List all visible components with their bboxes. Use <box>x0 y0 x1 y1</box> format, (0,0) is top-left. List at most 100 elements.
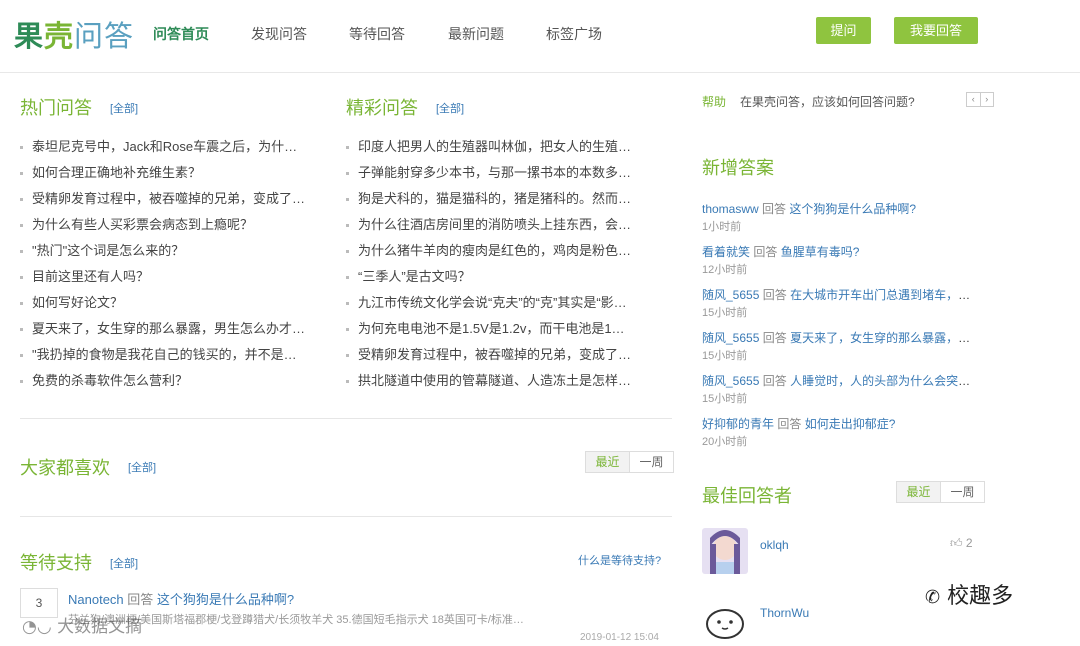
question-item[interactable]: 受精卵发育过程中，被吞噬掉的兄弟，变成了… <box>346 342 646 368</box>
question-item[interactable]: 为什么猪牛羊肉的瘦肉是红色的，鸡肉是粉色… <box>346 238 646 264</box>
tab-recent[interactable]: 最近 <box>897 482 940 502</box>
question-item[interactable]: 夏天来了，女生穿的那么暴露，男生怎么办才… <box>20 316 320 342</box>
answer-verb: 回答 <box>753 245 778 259</box>
hot-all-link[interactable]: [全部] <box>110 100 138 116</box>
nav-latest[interactable]: 最新问题 <box>448 24 504 44</box>
answer-user[interactable]: 看着就笑 <box>702 245 750 259</box>
liked-title: 大家都喜欢 <box>20 458 110 478</box>
nav-discover[interactable]: 发现问答 <box>251 24 307 44</box>
new-answer-headline: 随风_5655 回答 人睡觉时，人的头部为什么会突然… <box>702 373 977 390</box>
new-answer-item: 随风_5655 回答 在大城市开车出门总遇到堵车，交… 15小时前 <box>702 287 977 321</box>
answer-button[interactable]: 我要回答 <box>894 17 978 44</box>
answerer-name[interactable]: ThornWu <box>760 606 809 620</box>
answer-question[interactable]: 这个狗狗是什么品种啊? <box>789 202 916 216</box>
answer-user[interactable]: thomasww <box>702 202 759 216</box>
answer-question[interactable]: 在大城市开车出门总遇到堵车，交… <box>790 288 977 302</box>
wechat-icon: ✆ <box>925 587 941 608</box>
question-item[interactable]: 目前这里还有人吗？ <box>20 264 320 290</box>
nav-home[interactable]: 问答首页 <box>153 24 209 44</box>
watermark-icon: ◔◡ <box>22 617 52 637</box>
support-all-link[interactable]: [全部] <box>110 555 138 571</box>
tab-week[interactable]: 一周 <box>940 482 984 502</box>
new-answer-item: thomasww 回答 这个狗狗是什么品种啊? 1小时前 <box>702 201 977 235</box>
hot-title: 热门问答 <box>20 98 92 118</box>
question-item[interactable]: 狗是犬科的，猫是猫科的，猪是猪科的。然而… <box>346 186 646 212</box>
answer-verb: 回答 <box>762 374 787 388</box>
help-label[interactable]: 帮助 <box>702 93 726 110</box>
new-answer-headline: thomasww 回答 这个狗狗是什么品种啊? <box>702 201 977 218</box>
answer-user[interactable]: 随风_5655 <box>702 288 759 302</box>
watermark-right: ✆ 校趣多 <box>925 584 1014 609</box>
question-item[interactable]: 泰坦尼克号中，Jack和Rose车震之后，为什… <box>20 134 320 160</box>
avatar[interactable] <box>702 528 748 574</box>
support-time: 2019-01-12 15:04 <box>580 632 659 643</box>
divider <box>20 418 672 419</box>
question-item[interactable]: 为何充电电池不是1.5V是1.2v，而干电池是1… <box>346 316 646 342</box>
tab-recent[interactable]: 最近 <box>586 452 629 472</box>
ask-button[interactable]: 提问 <box>816 17 871 44</box>
question-item[interactable]: 拱北隧道中使用的管幕隧道、人造冻土是怎样… <box>346 368 646 394</box>
avatar[interactable] <box>702 596 748 642</box>
question-item[interactable]: 印度人把男人的生殖器叫林伽，把女人的生殖… <box>346 134 646 160</box>
answerer-score: 👍︎ 2 <box>950 536 973 550</box>
divider <box>20 516 672 517</box>
question-item[interactable]: 如何合理正确地补充维生素？ <box>20 160 320 186</box>
support-verb: 回答 <box>127 592 154 607</box>
nav-tags[interactable]: 标签广场 <box>546 24 602 44</box>
answerer-name[interactable]: oklqh <box>760 538 789 552</box>
new-answer-headline: 好抑郁的青年 回答 如何走出抑郁症? <box>702 416 977 433</box>
top-header: 果壳问答 问答首页 发现问答 等待回答 最新问题 标签广场 提问 我要回答 <box>0 0 1080 73</box>
answer-verb: 回答 <box>762 288 787 302</box>
answer-question[interactable]: 如何走出抑郁症? <box>805 417 896 431</box>
liked-all-link[interactable]: [全部] <box>128 459 156 475</box>
answer-time: 15小时前 <box>702 350 748 362</box>
tab-week[interactable]: 一周 <box>629 452 673 472</box>
support-excerpt: 芬兰狗/澳洲梗/美国斯塔福郡梗/戈登蹲猎犬/长须牧羊犬 35.德国短毛指示犬 1… <box>68 614 524 626</box>
help-text[interactable]: 在果壳问答，应该如何回答问题? <box>740 93 915 110</box>
support-question[interactable]: 这个狗狗是什么品种啊? <box>157 592 294 607</box>
new-answer-item: 随风_5655 回答 人睡觉时，人的头部为什么会突然… 15小时前 <box>702 373 977 407</box>
question-item[interactable]: “三季人”是古文吗？ <box>346 264 646 290</box>
new-answer-headline: 看着就笑 回答 鱼腥草有毒吗? <box>702 244 977 261</box>
support-user[interactable]: Nanotech <box>68 592 124 607</box>
question-item[interactable]: "热门"这个词是怎么来的？ <box>20 238 320 264</box>
answer-question[interactable]: 人睡觉时，人的头部为什么会突然… <box>790 374 977 388</box>
support-title: 等待支持 <box>20 553 92 573</box>
new-answer-item: 好抑郁的青年 回答 如何走出抑郁症? 20小时前 <box>702 416 977 450</box>
question-item[interactable]: "我扔掉的食物是我花自己的钱买的，并不是… <box>20 342 320 368</box>
best-answerers-tabs: 最近 一周 <box>896 481 985 503</box>
question-item[interactable]: 受精卵发育过程中，被吞噬掉的兄弟，变成了… <box>20 186 320 212</box>
answer-question[interactable]: 夏天来了，女生穿的那么暴露，男… <box>790 331 977 345</box>
question-item[interactable]: 如何写好论文？ <box>20 290 320 316</box>
new-answer-item: 随风_5655 回答 夏天来了，女生穿的那么暴露，男… 15小时前 <box>702 330 977 364</box>
featured-title: 精彩问答 <box>346 98 418 118</box>
question-item[interactable]: 子弹能射穿多少本书，与那一摞书本的本数多… <box>346 160 646 186</box>
answer-user[interactable]: 好抑郁的青年 <box>702 417 774 431</box>
new-answer-headline: 随风_5655 回答 夏天来了，女生穿的那么暴露，男… <box>702 330 977 347</box>
answer-user[interactable]: 随风_5655 <box>702 331 759 345</box>
what-is-support-link[interactable]: 什么是等待支持? <box>578 552 661 568</box>
liked-tabs: 最近 一周 <box>585 451 674 473</box>
new-answer-item: 看着就笑 回答 鱼腥草有毒吗? 12小时前 <box>702 244 977 278</box>
featured-all-link[interactable]: [全部] <box>436 100 464 116</box>
prev-icon[interactable]: ‹ <box>967 93 980 106</box>
question-item[interactable]: 免费的杀毒软件怎么营利？ <box>20 368 320 394</box>
logo-char-2: 壳 <box>44 21 75 53</box>
question-item[interactable]: 九江市传统文化学会说“克夫”的“克”其实是“影… <box>346 290 646 316</box>
question-item[interactable]: 为什么往酒店房间里的消防喷头上挂东西，会… <box>346 212 646 238</box>
answer-verb: 回答 <box>762 331 787 345</box>
answer-question[interactable]: 鱼腥草有毒吗? <box>781 245 860 259</box>
new-answer-headline: 随风_5655 回答 在大城市开车出门总遇到堵车，交… <box>702 287 977 304</box>
answer-user[interactable]: 随风_5655 <box>702 374 759 388</box>
featured-question-list: 印度人把男人的生殖器叫林伽，把女人的生殖… 子弹能射穿多少本书，与那一摞书本的本数… <box>346 134 646 394</box>
question-item[interactable]: 为什么有些人买彩票会病态到上瘾呢？ <box>20 212 320 238</box>
thumb-icon: 👍︎ <box>950 536 963 550</box>
support-headline: Nanotech 回答 这个狗狗是什么品种啊? <box>68 589 294 608</box>
watermark-left: ◔◡ 大数据文摘 <box>22 617 143 637</box>
logo-char-1: 果 <box>14 21 45 53</box>
next-icon[interactable]: › <box>979 93 994 106</box>
nav-waiting[interactable]: 等待回答 <box>349 24 405 44</box>
site-logo[interactable]: 果壳问答 <box>14 13 134 55</box>
answer-time: 20小时前 <box>702 436 748 448</box>
answer-verb: 回答 <box>762 202 787 216</box>
